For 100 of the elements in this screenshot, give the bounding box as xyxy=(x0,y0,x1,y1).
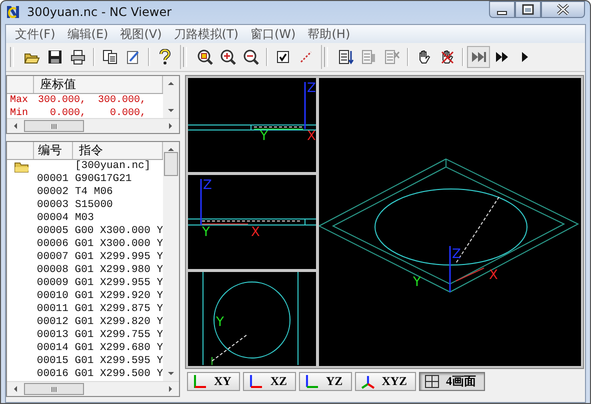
scrollbar[interactable] xyxy=(7,381,179,396)
table-cell-text: 00006 xyxy=(36,238,70,251)
axis-label: Z xyxy=(452,247,461,262)
list-delete-icon xyxy=(384,49,400,65)
table-cell: 300.000, 300.000, xyxy=(38,94,146,107)
table-cell: [300yuan.nc] xyxy=(75,160,151,173)
table-cell-text: 00008 xyxy=(36,264,70,277)
folder-icon xyxy=(14,160,30,172)
checkbox-icon xyxy=(274,49,290,65)
table-cell: G01 X299.595 Y xyxy=(74,355,163,368)
axis-label: Z xyxy=(307,81,316,96)
axis-label: Y xyxy=(216,315,224,330)
table-cell-text: 00009 xyxy=(36,277,70,290)
menu-item[interactable]: 编辑(E) xyxy=(63,26,116,42)
grip-icon xyxy=(51,124,57,128)
scrollbar[interactable] xyxy=(163,76,179,118)
view-tab[interactable]: XYZ xyxy=(354,372,416,391)
maximize-button[interactable] xyxy=(515,1,541,18)
axis-label: Z xyxy=(203,178,212,193)
table-cell-text: 0.000, 0.000, xyxy=(49,107,146,118)
minimize-button[interactable] xyxy=(489,1,515,18)
zoom-in-icon xyxy=(220,49,236,65)
table-cell-text: 00004 xyxy=(37,212,70,225)
view-tab[interactable]: XZ xyxy=(243,372,296,391)
table-cell: T4 M06 xyxy=(75,186,113,199)
table-cell: G01 X299.820 Y xyxy=(74,316,163,329)
table-cell: S15000 xyxy=(75,199,113,212)
table-cell-text: 00007 xyxy=(36,251,70,264)
table-cell: G01 X299.995 Y xyxy=(74,251,163,264)
table-cell: M03 xyxy=(75,212,94,225)
axis-label: Y xyxy=(260,129,268,144)
axis-label: Y xyxy=(202,225,210,240)
edit-icon xyxy=(124,49,140,65)
view-tab[interactable]: 4画面 xyxy=(419,372,486,391)
table-cell-text: 00011 xyxy=(36,303,70,316)
forward-icon xyxy=(494,49,510,65)
list-down-icon xyxy=(338,49,354,65)
printer-icon xyxy=(70,49,86,65)
line-icon xyxy=(298,49,314,65)
menu-item[interactable]: 文件(F) xyxy=(11,26,64,42)
table-cell-text: 00010 xyxy=(36,290,70,303)
save-icon xyxy=(46,49,62,65)
table-cell-text: Min xyxy=(9,107,30,118)
close-button[interactable] xyxy=(541,1,585,18)
scroll-right-icon xyxy=(168,385,174,393)
table-cell-text: 00001 xyxy=(37,173,70,186)
view-tab[interactable]: XY xyxy=(187,372,240,391)
table-cell-text: 00014 xyxy=(36,342,70,355)
axis-label: X xyxy=(489,268,498,283)
z-axis xyxy=(449,246,451,292)
menu-item[interactable]: 窗口(W) xyxy=(246,26,304,42)
scroll-down-icon xyxy=(167,371,175,377)
scroll-left-icon xyxy=(12,122,18,130)
help-icon xyxy=(156,49,172,65)
zoom-window-icon xyxy=(196,49,212,65)
column-header[interactable]: 编号 xyxy=(34,142,73,159)
table-cell: G01 X299.920 Y xyxy=(74,290,163,303)
table-cell-text: 00005 xyxy=(36,225,70,238)
fast-forward-button[interactable] xyxy=(467,46,490,68)
scroll-up-icon xyxy=(167,80,175,86)
table-cell: G01 X300.000 Y xyxy=(74,238,163,251)
table-cell: G01 X299.980 Y xyxy=(74,264,163,277)
view-tab[interactable]: YZ xyxy=(299,372,352,391)
table-cell: G01 X299.500 Y xyxy=(74,368,163,381)
scroll-down-icon xyxy=(167,108,175,114)
table-cell-text: Max xyxy=(9,94,30,107)
table-cell-text: 00013 xyxy=(36,329,70,342)
maximize-icon xyxy=(520,2,536,17)
table-cell: G01 X299.755 Y xyxy=(74,329,163,342)
table-cell-text: 00012 xyxy=(36,316,70,329)
table-cell-text: 00003 xyxy=(37,199,70,212)
minimize-icon xyxy=(497,10,507,14)
table-cell: G01 X299.875 Y xyxy=(74,303,163,316)
scrollbar[interactable] xyxy=(163,142,179,381)
table-cell: G01 X299.955 Y xyxy=(74,277,163,290)
axis-label: X xyxy=(251,225,260,240)
zoom-out-icon xyxy=(242,49,258,65)
grip-icon xyxy=(51,386,57,392)
list-disabled-icon xyxy=(360,49,376,65)
table-cell: G01 X299.680 Y xyxy=(74,342,163,355)
window-title: 300yuan.nc - NC Viewer xyxy=(27,4,173,18)
table-cell-text: 00015 xyxy=(36,355,70,368)
z-axis xyxy=(200,179,202,225)
menu-item[interactable]: 帮助(H) xyxy=(304,26,358,42)
menu-item[interactable]: 刀路模拟(T) xyxy=(170,26,246,42)
axis-label: Y xyxy=(413,275,421,290)
table-cell: G00 X300.000 Y xyxy=(74,225,163,238)
menu-item[interactable]: 视图(V) xyxy=(116,26,170,42)
scroll-right-icon xyxy=(168,122,174,130)
table-cell-text: 00016 xyxy=(36,368,70,381)
close-icon xyxy=(555,2,571,17)
axis-label: X xyxy=(307,129,316,144)
app-icon xyxy=(6,4,22,20)
scrollbar[interactable] xyxy=(7,118,179,133)
table-cell: G90G17G21 xyxy=(75,173,132,186)
z-axis xyxy=(304,82,306,129)
copy-icon xyxy=(102,49,118,65)
hand-cancel-icon xyxy=(438,49,454,65)
scroll-left-icon xyxy=(12,385,18,393)
scroll-thumb[interactable] xyxy=(164,152,178,176)
